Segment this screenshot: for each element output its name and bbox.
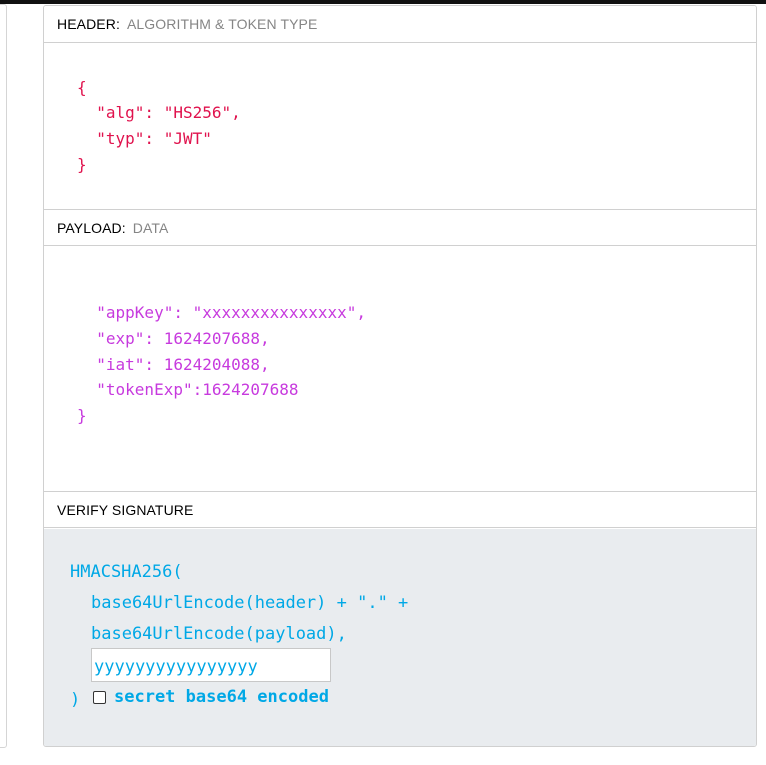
- secret-input[interactable]: [91, 648, 331, 682]
- header-code-line: "typ": "JWT": [77, 129, 212, 148]
- payload-title: PAYLOAD:: [57, 220, 126, 236]
- verify-section-title: VERIFY SIGNATURE: [44, 491, 756, 528]
- payload-section-title: PAYLOAD: DATA: [44, 209, 756, 246]
- payload-code-line: "appKey": "xxxxxxxxxxxxxxx",: [77, 303, 366, 322]
- secret-base64-label[interactable]: secret base64 encoded: [114, 687, 329, 707]
- secret-base64-checkbox[interactable]: [93, 691, 106, 704]
- header-json-editor[interactable]: { "alg": "HS256", "typ": "JWT" }: [77, 78, 677, 188]
- header-section-title: HEADER: ALGORITHM & TOKEN TYPE: [44, 6, 756, 43]
- header-title: HEADER:: [57, 16, 120, 32]
- verify-signature-body: HMACSHA256( base64UrlEncode(header) + ".…: [44, 529, 756, 746]
- encoded-panel-edge: [0, 4, 7, 748]
- payload-encode-line: base64UrlEncode(payload),: [91, 624, 347, 644]
- decoded-panel: HEADER: ALGORITHM & TOKEN TYPE { "alg": …: [43, 5, 757, 747]
- header-code-line: }: [77, 155, 87, 174]
- top-border: [0, 0, 766, 4]
- payload-code-line: "tokenExp":1624207688: [77, 380, 299, 399]
- header-code-line: {: [77, 78, 87, 97]
- verify-title: VERIFY SIGNATURE: [57, 502, 194, 518]
- header-code-line: "alg": "HS256",: [77, 103, 241, 122]
- hmac-function-close: ): [70, 690, 81, 710]
- payload-code-line: }: [77, 406, 87, 425]
- payload-subtitle: DATA: [132, 220, 169, 236]
- header-subtitle: ALGORITHM & TOKEN TYPE: [126, 16, 318, 32]
- payload-json-editor[interactable]: "appKey": "xxxxxxxxxxxxxxx", "exp": 1624…: [77, 303, 717, 438]
- hmac-function-open: HMACSHA256(: [70, 562, 183, 582]
- payload-code-line: "iat": 1624204088,: [77, 355, 270, 374]
- payload-code-line: "exp": 1624207688,: [77, 329, 270, 348]
- header-encode-line: base64UrlEncode(header) + "." +: [91, 593, 409, 613]
